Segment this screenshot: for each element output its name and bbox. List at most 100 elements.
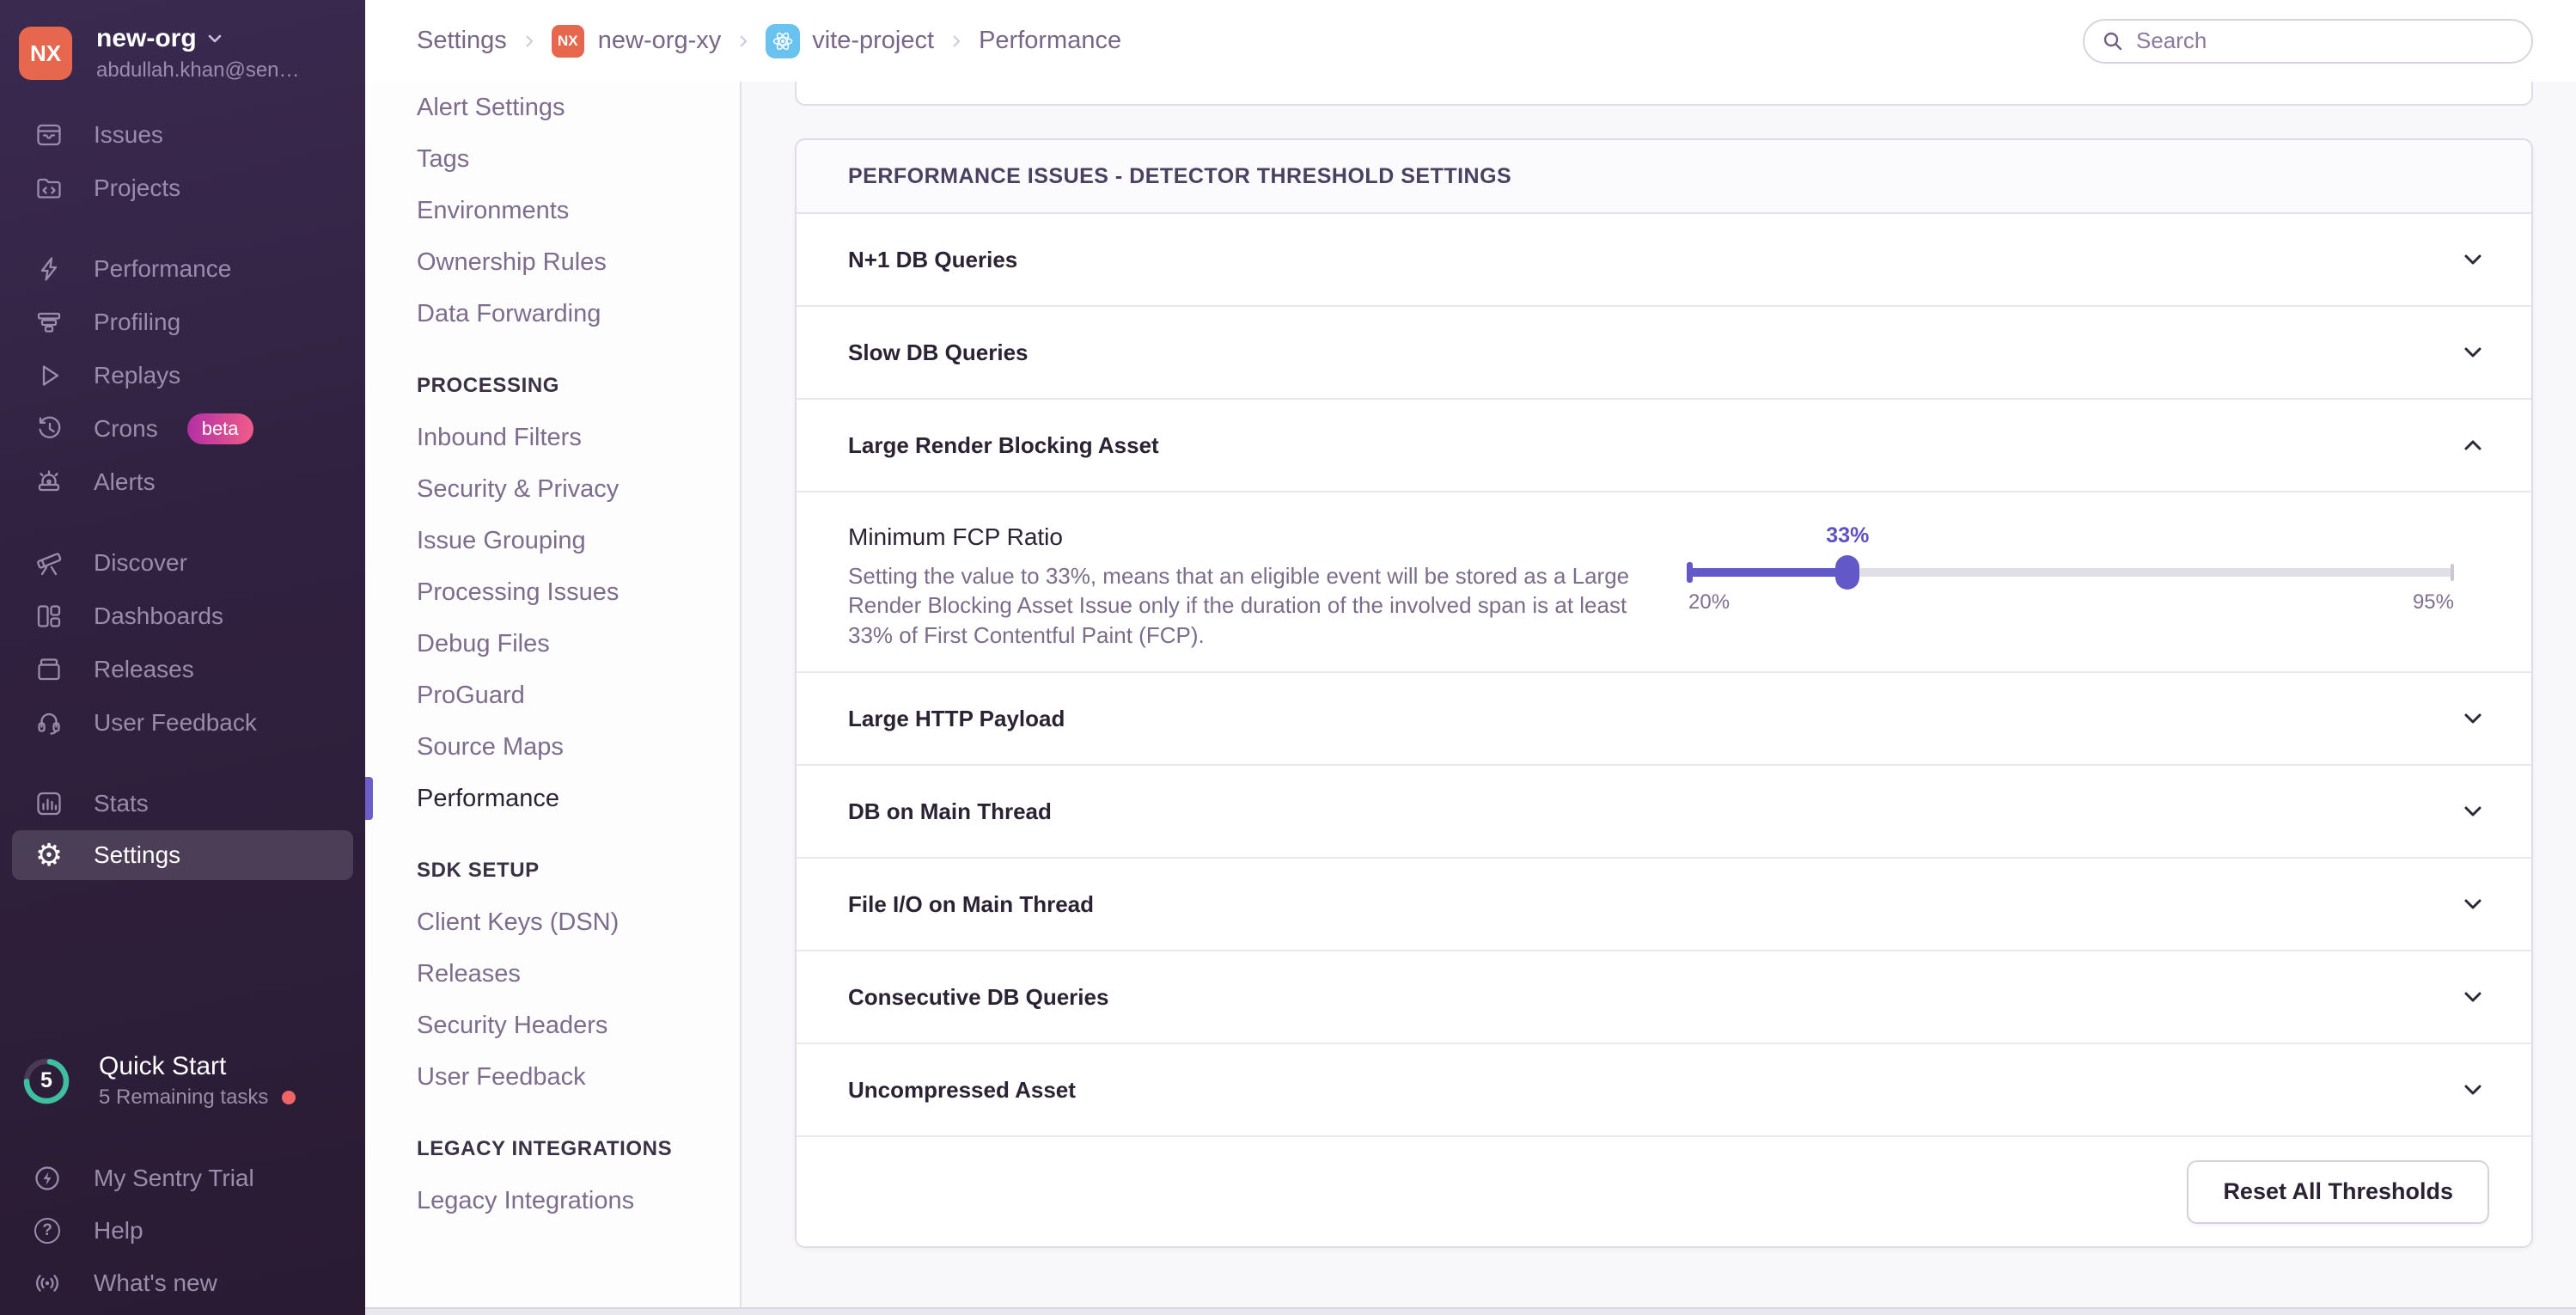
- breadcrumb: Settings NX new-org-xy vite-project Perf…: [417, 23, 1121, 58]
- detector-row-slow-db-queries[interactable]: Slow DB Queries: [797, 307, 2531, 400]
- settings-nav-debug-files[interactable]: Debug Files: [417, 618, 740, 670]
- scrolled-panel-edge: [795, 82, 2533, 106]
- chevron-right-icon: [735, 33, 752, 50]
- org-email: abdullah.khan@sen…: [96, 58, 300, 82]
- chevron-down-icon: [2459, 705, 2487, 732]
- settings-nav-legacy-integrations[interactable]: Legacy Integrations: [417, 1175, 740, 1226]
- breadcrumb-project[interactable]: vite-project: [766, 23, 934, 58]
- settings-nav-client-keys[interactable]: Client Keys (DSN): [417, 896, 740, 948]
- settings-nav-issue-grouping[interactable]: Issue Grouping: [417, 515, 740, 566]
- detector-row-large-http-payload[interactable]: Large HTTP Payload: [797, 673, 2531, 766]
- search-input[interactable]: [2136, 28, 2514, 54]
- releases-icon: [34, 655, 64, 684]
- sidebar-item-projects[interactable]: Projects: [0, 162, 365, 215]
- primary-nav: Issues Projects Performance Profiling Re…: [0, 108, 365, 880]
- slider-track[interactable]: [1687, 555, 2454, 590]
- chevron-down-icon: [205, 29, 224, 48]
- sidebar-item-crons[interactable]: Crons beta: [0, 402, 365, 456]
- settings-nav-environments[interactable]: Environments: [417, 185, 740, 236]
- gear-icon: ⚙: [34, 837, 64, 872]
- sidebar-item-discover[interactable]: Discover: [0, 536, 365, 590]
- sidebar-item-settings[interactable]: ⚙ Settings: [12, 830, 353, 880]
- settings-content: PERFORMANCE ISSUES - DETECTOR THRESHOLD …: [742, 82, 2576, 1315]
- slider-value-label: 33%: [1826, 523, 1870, 547]
- chevron-down-icon: [2459, 246, 2487, 273]
- sidebar-item-help[interactable]: ? Help: [0, 1204, 365, 1257]
- chevron-down-icon: [2459, 890, 2487, 918]
- slider-min-label: 20%: [1688, 590, 1731, 614]
- slider-thumb[interactable]: [1835, 555, 1860, 590]
- sidebar-item-replays[interactable]: Replays: [0, 349, 365, 402]
- settings-nav-alert-settings[interactable]: Alert Settings: [417, 82, 740, 133]
- settings-nav-ownership-rules[interactable]: Ownership Rules: [417, 236, 740, 288]
- settings-nav-security-headers[interactable]: Security Headers: [417, 1000, 740, 1051]
- panel-header: PERFORMANCE ISSUES - DETECTOR THRESHOLD …: [797, 140, 2531, 214]
- sidebar-item-alerts[interactable]: Alerts: [0, 456, 365, 509]
- chevron-down-icon: [2459, 339, 2487, 366]
- reset-all-thresholds-button[interactable]: Reset All Thresholds: [2187, 1159, 2489, 1224]
- dashboards-icon: [34, 602, 64, 631]
- sidebar-item-releases[interactable]: Releases: [0, 643, 365, 696]
- settings-nav-proguard[interactable]: ProGuard: [417, 670, 740, 721]
- threshold-settings-panel: PERFORMANCE ISSUES - DETECTOR THRESHOLD …: [795, 138, 2533, 1248]
- chevron-down-icon: [2459, 983, 2487, 1011]
- settings-nav: Alert Settings Tags Environments Ownersh…: [365, 82, 742, 1315]
- top-bar: Settings NX new-org-xy vite-project Perf…: [365, 0, 2576, 82]
- fcp-ratio-slider[interactable]: 33% 20% 95%: [1687, 523, 2454, 615]
- detector-row-uncompressed-asset[interactable]: Uncompressed Asset: [797, 1044, 2531, 1137]
- projects-icon: [34, 174, 64, 203]
- performance-icon: [34, 254, 64, 284]
- discover-icon: [34, 548, 64, 578]
- replays-icon: [34, 361, 64, 390]
- settings-nav-performance[interactable]: Performance: [365, 773, 740, 824]
- detector-row-n1-db-queries[interactable]: N+1 DB Queries: [797, 214, 2531, 307]
- sidebar-item-performance[interactable]: Performance: [0, 242, 365, 296]
- settings-nav-header-legacy-integrations: LEGACY INTEGRATIONS: [417, 1137, 673, 1160]
- sidebar-item-user-feedback[interactable]: User Feedback: [0, 696, 365, 749]
- breadcrumb-settings[interactable]: Settings: [417, 27, 507, 55]
- chevron-right-icon: [521, 33, 538, 50]
- crons-icon: [34, 414, 64, 443]
- detector-row-db-on-main-thread[interactable]: DB on Main Thread: [797, 766, 2531, 859]
- settings-nav-user-feedback[interactable]: User Feedback: [417, 1051, 740, 1103]
- settings-nav-tags[interactable]: Tags: [417, 133, 740, 185]
- sidebar-item-issues[interactable]: Issues: [0, 108, 365, 162]
- chevron-up-icon: [2459, 431, 2487, 459]
- sidebar-item-profiling[interactable]: Profiling: [0, 296, 365, 349]
- detail-description: Setting the value to 33%, means that an …: [848, 563, 1630, 648]
- settings-nav-security-privacy[interactable]: Security & Privacy: [417, 463, 740, 515]
- org-switcher[interactable]: NX new-org abdullah.khan@sen…: [0, 0, 365, 83]
- panel-footer: Reset All Thresholds: [797, 1137, 2531, 1246]
- search-icon: [2102, 30, 2124, 52]
- org-name: new-org: [96, 24, 197, 52]
- quick-start-subtitle: 5 Remaining tasks: [99, 1086, 269, 1109]
- detector-row-large-render-blocking-asset[interactable]: Large Render Blocking Asset: [797, 400, 2531, 492]
- stats-icon: [34, 789, 64, 818]
- sidebar-item-whats-new[interactable]: What's new: [0, 1257, 365, 1309]
- detector-row-file-io-on-main-thread[interactable]: File I/O on Main Thread: [797, 859, 2531, 951]
- quick-start[interactable]: 5 Quick Start 5 Remaining tasks: [0, 1052, 365, 1110]
- chevron-down-icon: [2459, 798, 2487, 825]
- help-icon: ?: [34, 1217, 60, 1244]
- notification-dot: [282, 1091, 296, 1104]
- profiling-icon: [34, 308, 64, 337]
- settings-nav-inbound-filters[interactable]: Inbound Filters: [417, 412, 740, 463]
- sidebar-item-stats[interactable]: Stats: [0, 777, 365, 830]
- detector-row-consecutive-db-queries[interactable]: Consecutive DB Queries: [797, 951, 2531, 1044]
- alerts-icon: [34, 468, 64, 497]
- bottom-scroll-strip[interactable]: [365, 1307, 2576, 1315]
- breadcrumb-org[interactable]: new-org-xy: [598, 27, 721, 55]
- sidebar-item-dashboards[interactable]: Dashboards: [0, 590, 365, 643]
- broadcast-icon: [34, 1270, 60, 1296]
- settings-nav-processing-issues[interactable]: Processing Issues: [417, 566, 740, 618]
- sidebar-item-my-sentry-trial[interactable]: My Sentry Trial: [0, 1152, 365, 1204]
- settings-nav-releases[interactable]: Releases: [417, 948, 740, 1000]
- search-box[interactable]: [2083, 18, 2533, 64]
- settings-nav-source-maps[interactable]: Source Maps: [417, 721, 740, 773]
- settings-nav-data-forwarding[interactable]: Data Forwarding: [417, 288, 740, 339]
- quick-start-count: 5: [40, 1068, 52, 1092]
- slider-max-label: 95%: [2412, 590, 2454, 614]
- beta-badge: beta: [186, 413, 253, 444]
- user-feedback-icon: [34, 708, 64, 737]
- expanded-detail: Minimum FCP Ratio Setting the value to 3…: [797, 492, 2531, 673]
